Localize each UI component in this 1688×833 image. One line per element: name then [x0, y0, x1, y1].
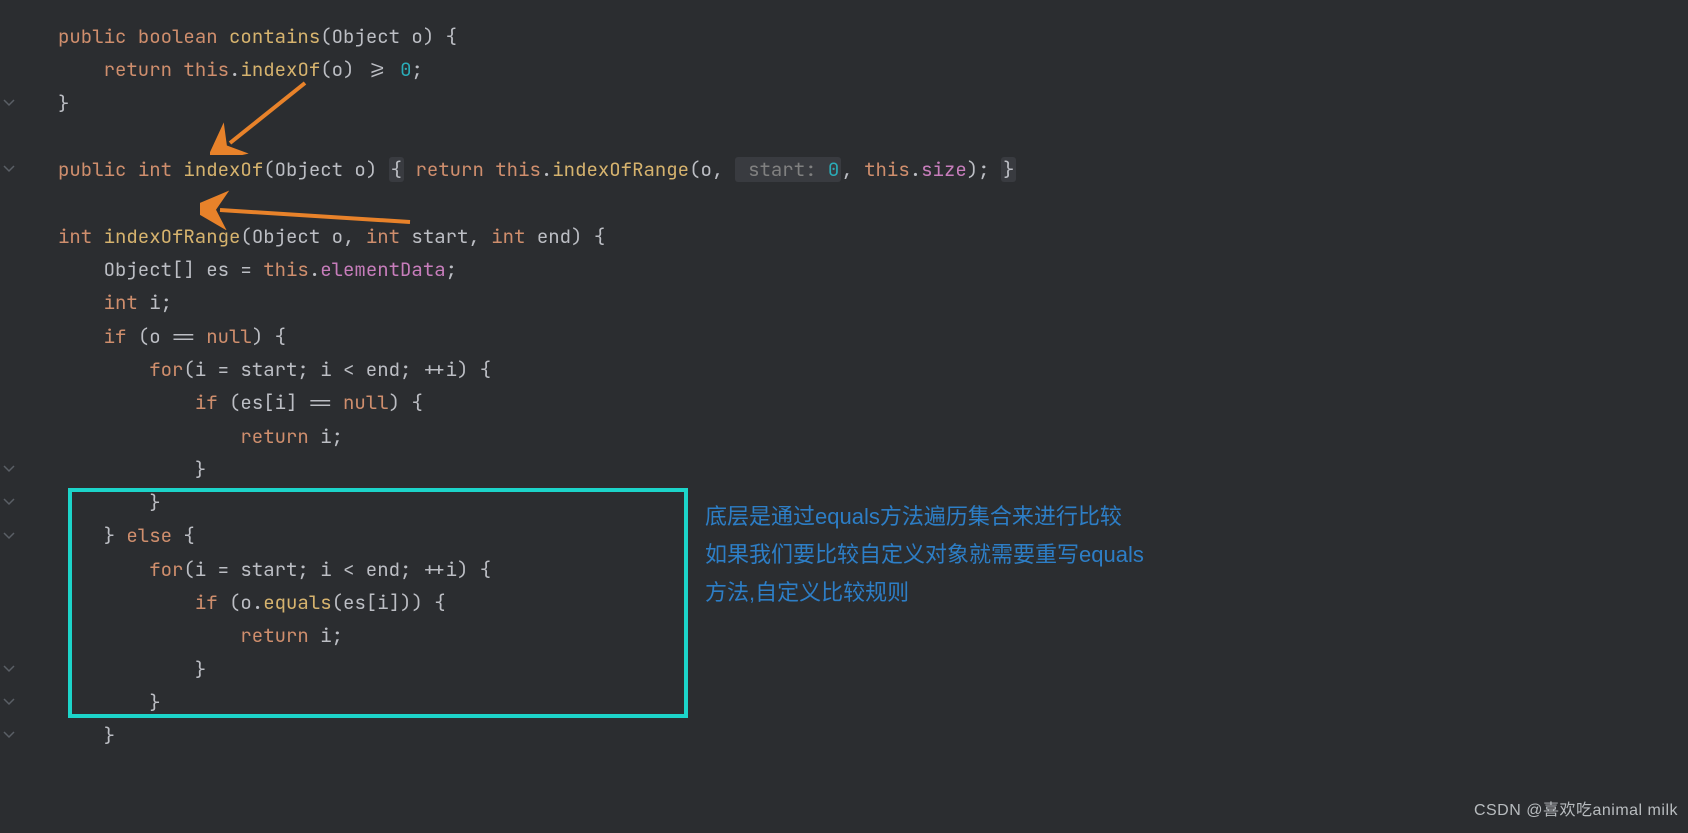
- gutter-marker-icon: [2, 495, 16, 509]
- annotation-text: 底层是通过equals方法遍历集合来进行比较 如果我们要比较自定义对象就需要重写…: [705, 498, 1144, 612]
- gutter-marker-icon: [2, 728, 16, 742]
- annotation-line-3: 方法,自定义比较规则: [705, 574, 1144, 612]
- gutter-marker-icon: [2, 529, 16, 543]
- gutter-marker-icon: [2, 162, 16, 176]
- editor-gutter: [0, 0, 20, 833]
- code-editor-screenshot: public boolean contains(Object o) { retu…: [0, 0, 1688, 833]
- watermark: CSDN @喜欢吃animal milk: [1474, 794, 1678, 827]
- annotation-line-2: 如果我们要比较自定义对象就需要重写equals: [705, 536, 1144, 574]
- gutter-marker-icon: [2, 695, 16, 709]
- gutter-marker-icon: [2, 662, 16, 676]
- gutter-marker-icon: [2, 462, 16, 476]
- gutter-marker-icon: [2, 96, 16, 110]
- highlight-rect: [68, 488, 688, 718]
- annotation-line-1: 底层是通过equals方法遍历集合来进行比较: [705, 498, 1144, 536]
